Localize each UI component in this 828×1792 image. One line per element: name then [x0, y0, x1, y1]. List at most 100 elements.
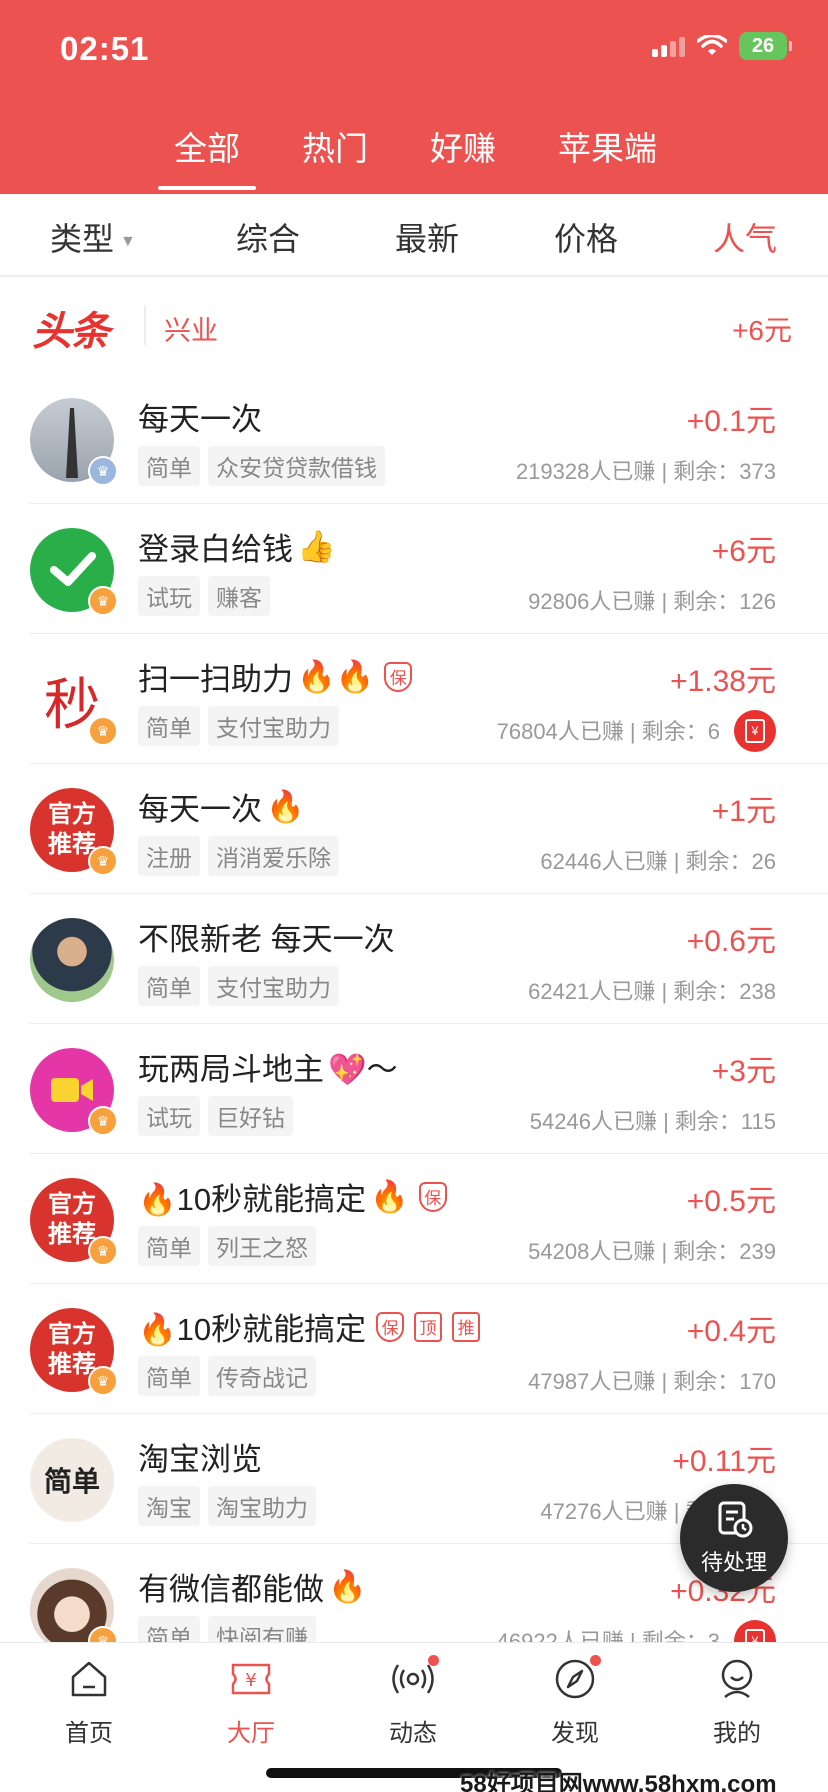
- task-row[interactable]: 秒 ♛ 扫一扫助力 🔥🔥 保简单 支付宝助力 +1.38元 76804人已赚 | 剩余：6 ¥: [0, 634, 828, 764]
- task-type-tag: 注册: [138, 836, 200, 876]
- task-type-tag: 简单: [138, 1226, 200, 1266]
- task-title-row: 扫一扫助力 🔥🔥 保: [138, 654, 413, 699]
- task-avatar: ♛: [30, 528, 118, 616]
- sort-price[interactable]: 价格: [554, 214, 618, 260]
- task-stats: 76804人已赚 | 剩余：6: [496, 719, 720, 744]
- notification-dot: [590, 1655, 601, 1666]
- crown-icon: ♛: [88, 586, 118, 616]
- task-title: 不限新老 每天一次: [138, 922, 395, 957]
- task-row[interactable]: ♛ 登录白给钱 👍 试玩 赚客 +6元 92806人已赚 | 剩余：126: [0, 504, 828, 634]
- task-reward: +0.4元: [686, 1315, 776, 1348]
- task-row[interactable]: 官方推荐 ♛ 🔥10秒就能搞定保顶推简单 传奇战记 +0.4元 47987人已赚 | 剩余…: [0, 1284, 828, 1414]
- crown-icon: ♛: [88, 456, 118, 486]
- task-app-tag: 巨好钻: [208, 1096, 293, 1136]
- user-icon: [721, 1659, 753, 1698]
- task-row[interactable]: 官方推荐 ♛ 🔥10秒就能搞定 🔥 保简单 列王之怒 +0.5元 54208人已赚 | 剩余：…: [0, 1154, 828, 1284]
- task-app-tag: 快阅有赚: [208, 1616, 316, 1642]
- sort-type-dropdown[interactable]: 类型 ▼: [50, 214, 136, 260]
- task-avatar: 官方推荐 ♛: [30, 1308, 118, 1396]
- title-emoji: 🔥: [370, 1179, 409, 1214]
- task-row[interactable]: 不限新老 每天一次 简单 支付宝助力 +0.6元 62421人已赚 | 剩余：238: [0, 894, 828, 1024]
- nav-discover[interactable]: 发现: [520, 1655, 630, 1748]
- sort-newest[interactable]: 最新: [395, 214, 459, 260]
- task-reward: +0.6元: [686, 925, 776, 958]
- task-title-row: 🔥10秒就能搞定 🔥 保: [138, 1174, 447, 1219]
- task-app-tag: 传奇战记: [208, 1356, 316, 1396]
- task-type-tag: 淘宝: [138, 1486, 200, 1526]
- task-title: 🔥10秒就能搞定: [138, 1182, 367, 1217]
- task-stats: 62446人已赚 | 剩余：26: [540, 849, 776, 874]
- top-tabs: 全部 热门 好赚 苹果端: [0, 118, 828, 194]
- nav-label: 首页: [65, 1720, 113, 1747]
- wifi-icon: [697, 35, 727, 55]
- task-type-tag: 简单: [138, 706, 200, 746]
- battery-level: 26: [739, 32, 787, 60]
- task-title-row: 不限新老 每天一次: [138, 914, 395, 959]
- svg-text:¥: ¥: [245, 1670, 256, 1691]
- task-title: 🔥10秒就能搞定: [138, 1312, 367, 1347]
- nav-mine[interactable]: 我的: [682, 1657, 792, 1748]
- sort-overall[interactable]: 综合: [236, 214, 300, 260]
- task-type-tag: 简单: [138, 446, 200, 486]
- sort-popularity[interactable]: 人气: [713, 214, 777, 260]
- task-app-tag: 消消爱乐除: [208, 836, 339, 876]
- task-type-tag: 试玩: [138, 1096, 200, 1136]
- nav-label: 我的: [713, 1720, 761, 1747]
- tab-ios[interactable]: 苹果端: [558, 122, 657, 170]
- task-app-tag: 淘宝助力: [208, 1486, 316, 1526]
- task-type-tag: 简单: [138, 1356, 200, 1396]
- task-title-row: 🔥10秒就能搞定保顶推: [138, 1304, 481, 1349]
- battery-icon: 26: [739, 32, 792, 60]
- task-avatar: ♛: [30, 1568, 118, 1642]
- task-title: 有微信都能做: [138, 1572, 324, 1607]
- task-app-tag: 赚客: [208, 576, 270, 616]
- status-icons: 26: [652, 32, 792, 60]
- triangle-down-icon: ▼: [120, 232, 136, 250]
- broadcast-icon-wrap: [391, 1655, 439, 1701]
- crown-icon: ♛: [88, 1366, 118, 1396]
- task-title-row: 有微信都能做 🔥: [138, 1564, 367, 1609]
- guarantee-badge: 保: [384, 661, 413, 692]
- crown-icon: ♛: [88, 846, 118, 876]
- task-avatar: 官方推荐 ♛: [30, 788, 118, 876]
- task-reward: +1.38元: [670, 665, 776, 698]
- tab-label: 好赚: [430, 130, 496, 167]
- task-stats: 62421人已赚 | 剩余：238: [528, 979, 776, 1004]
- status-bar: 02:51 26: [0, 0, 828, 98]
- tab-profitable[interactable]: 好赚: [430, 122, 496, 170]
- task-title: 每天一次: [138, 792, 262, 827]
- task-row[interactable]: ♛ 玩两局斗地主 💖～ 试玩 巨好钻 +3元 54246人已赚 | 剩余：115: [0, 1024, 828, 1154]
- red-packet-icon: ¥: [734, 710, 776, 752]
- top-badge: 顶: [414, 1311, 443, 1342]
- task-title: 每天一次: [138, 402, 262, 437]
- task-row[interactable]: 官方推荐 ♛ 每天一次 🔥 注册 消消爱乐除 +1元 62446人已赚 | 剩余：26: [0, 764, 828, 894]
- nav-hall[interactable]: ¥ 大厅: [196, 1657, 306, 1748]
- tab-all[interactable]: 全部: [158, 122, 256, 190]
- task-title-row: 登录白给钱 👍: [138, 524, 336, 569]
- pending-button[interactable]: 待处理: [680, 1484, 788, 1592]
- task-app-tag: 支付宝助力: [208, 706, 339, 746]
- headline-banner[interactable]: 头条 兴业 +6元: [0, 276, 828, 374]
- recommend-badge: 推: [452, 1311, 481, 1342]
- task-reward: +0.1元: [686, 405, 776, 438]
- nav-feed[interactable]: 动态: [358, 1655, 468, 1748]
- task-app-tag: 支付宝助力: [208, 966, 339, 1006]
- task-reward: +0.11元: [672, 1445, 776, 1478]
- task-list: ♛ 每天一次 简单 众安贷贷款借钱 +0.1元 219328人已赚 | 剩余：373 ♛ 登录…: [0, 374, 828, 1642]
- task-stats: 54246人已赚 | 剩余：115: [529, 1109, 776, 1134]
- home-icon: [71, 1661, 107, 1697]
- notification-dot: [428, 1655, 439, 1666]
- task-row[interactable]: ♛ 每天一次 简单 众安贷贷款借钱 +0.1元 219328人已赚 | 剩余：373: [0, 374, 828, 504]
- pending-label: 待处理: [700, 1550, 767, 1575]
- tab-hot[interactable]: 热门: [302, 122, 368, 170]
- pending-doc-icon: [718, 1501, 753, 1538]
- title-emoji: 👍: [297, 529, 336, 564]
- task-stats: 46922人已赚 | 剩余：3: [496, 1629, 720, 1642]
- task-reward: +6元: [711, 535, 776, 568]
- nav-label: 大厅: [227, 1720, 275, 1747]
- app-header: 02:51 26 全部 热门 好赚 苹果端: [0, 0, 828, 194]
- guarantee-badge: 保: [418, 1181, 447, 1212]
- watermark: 58好项目网www.58hxm.com: [460, 1771, 777, 1792]
- nav-home[interactable]: 首页: [34, 1657, 144, 1748]
- crown-icon: ♛: [88, 1236, 118, 1266]
